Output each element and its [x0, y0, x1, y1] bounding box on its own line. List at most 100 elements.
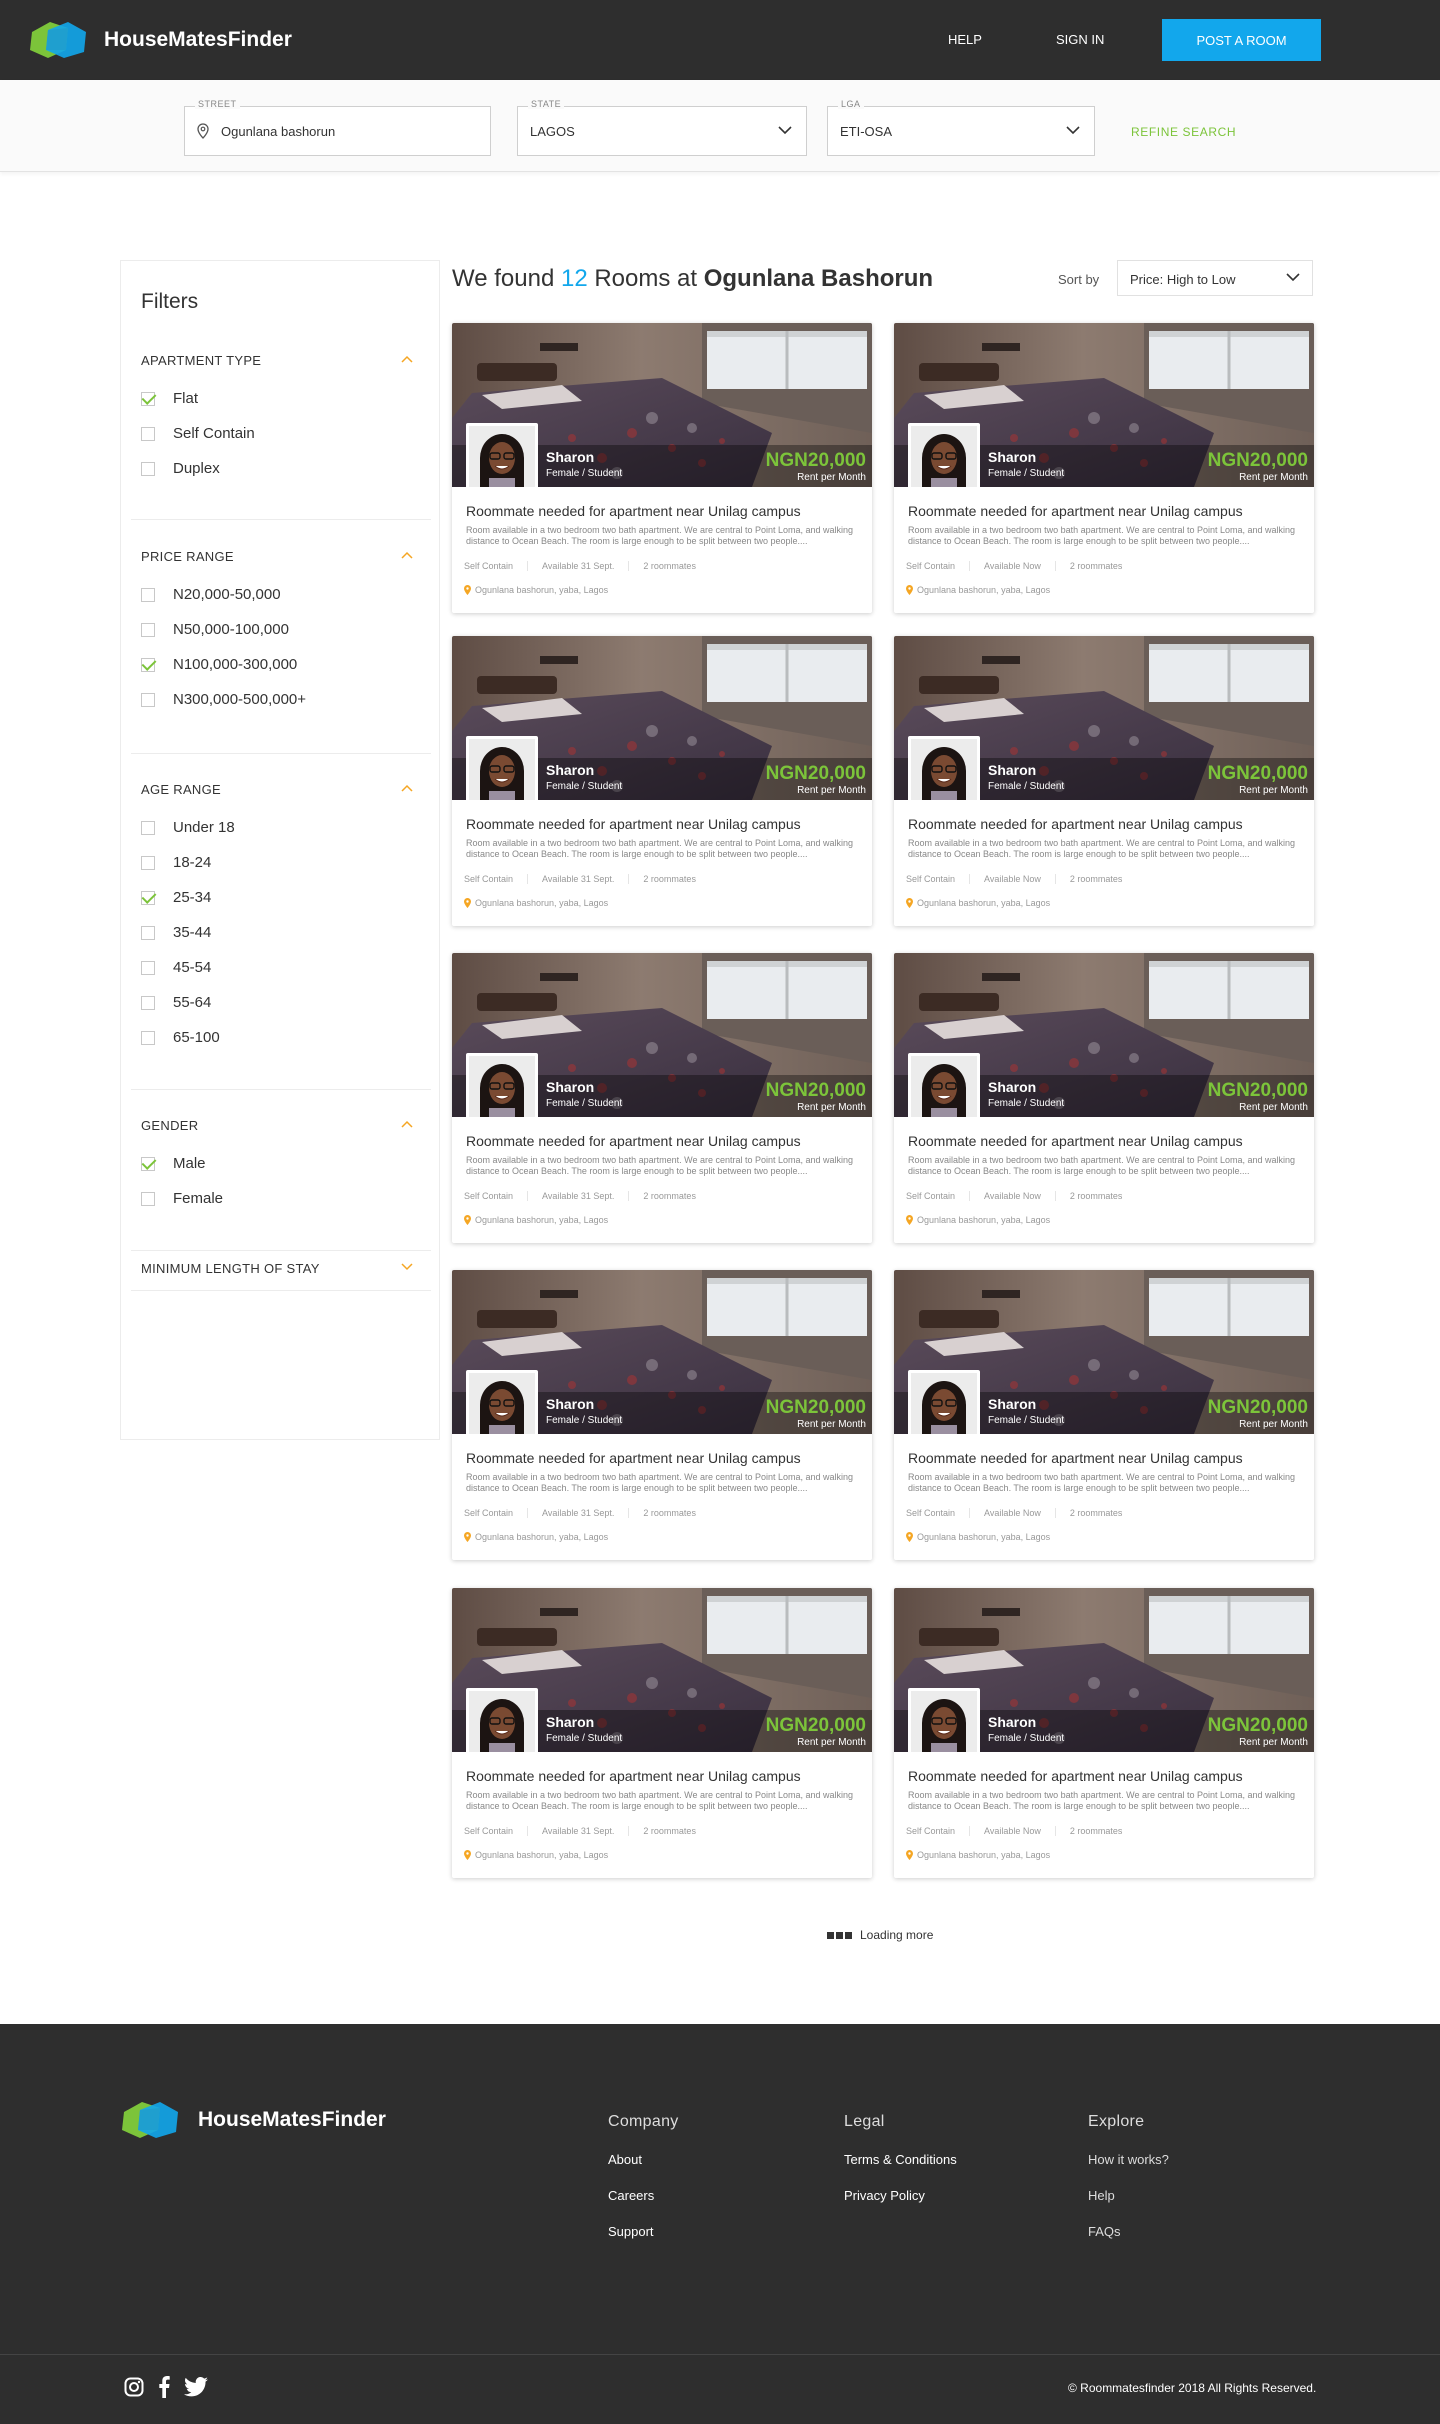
rent-period: Rent per Month — [797, 1102, 866, 1113]
post-room-button[interactable]: POST A ROOM — [1162, 19, 1321, 61]
filter-option-price-4[interactable]: N300,000-500,000+ — [141, 682, 427, 717]
checkbox[interactable] — [141, 657, 155, 672]
filter-option-price-3[interactable]: N100,000-300,000 — [141, 647, 427, 682]
filter-option-price-2[interactable]: N50,000-100,000 — [141, 612, 427, 647]
chevron-up-icon — [401, 551, 413, 559]
owner-role: Female / Student — [546, 468, 623, 479]
listing-card[interactable]: Sharon Female / Student NGN20,000 Rent p… — [452, 953, 872, 1243]
location-pin-icon — [197, 123, 209, 139]
availability: Available 31 Sept. — [527, 874, 614, 884]
footer-logo[interactable]: HouseMatesFinder — [120, 2100, 386, 2140]
filter-section-header[interactable]: PRICE RANGE — [141, 549, 427, 565]
divider — [131, 1250, 431, 1251]
roommates-count: 2 roommates — [628, 1826, 696, 1836]
checkbox[interactable] — [141, 855, 155, 870]
street-field[interactable]: STREET Ogunlana bashorun — [184, 99, 491, 156]
listing-card[interactable]: Sharon Female / Student NGN20,000 Rent p… — [894, 1270, 1314, 1560]
filter-option-flat[interactable]: Flat — [141, 381, 427, 416]
filter-section-header[interactable]: AGE RANGE — [141, 782, 427, 798]
footer-link-how-it-works[interactable]: How it works? — [1088, 2152, 1169, 2167]
loading-more[interactable]: Loading more — [827, 1928, 933, 1942]
instagram-icon[interactable] — [124, 2377, 144, 2402]
listing-title[interactable]: Roommate needed for apartment near Unila… — [908, 1133, 1243, 1149]
footer-link-careers[interactable]: Careers — [608, 2188, 679, 2203]
checkbox[interactable] — [141, 622, 155, 637]
refine-search-link[interactable]: REFINE SEARCH — [1131, 125, 1236, 139]
listing-title[interactable]: Roommate needed for apartment near Unila… — [466, 816, 801, 832]
checkbox[interactable] — [141, 925, 155, 940]
checkbox[interactable] — [141, 587, 155, 602]
listing-card[interactable]: Sharon Female / Student NGN20,000 Rent p… — [452, 1270, 872, 1560]
rent-price: NGN20,000 — [765, 1080, 866, 1101]
filter-option-duplex[interactable]: Duplex — [141, 451, 427, 486]
sort-select[interactable]: Price: High to Low — [1117, 260, 1313, 296]
footer-link-help[interactable]: Help — [1088, 2188, 1169, 2203]
footer-link-faqs[interactable]: FAQs — [1088, 2224, 1169, 2239]
nav-sign-in-link[interactable]: SIGN IN — [1056, 32, 1104, 47]
footer-link-terms[interactable]: Terms & Conditions — [844, 2152, 957, 2167]
filter-option-self-contain[interactable]: Self Contain — [141, 416, 427, 451]
logo-text: HouseMatesFinder — [104, 28, 292, 51]
filter-option-age-1[interactable]: Under 18 — [141, 810, 427, 845]
listing-card[interactable]: Sharon Female / Student NGN20,000 Rent p… — [894, 1588, 1314, 1878]
listing-card[interactable]: Sharon Female / Student NGN20,000 Rent p… — [452, 1588, 872, 1878]
copyright: © Roommatesfinder 2018 All Rights Reserv… — [1068, 2381, 1317, 2395]
filter-section-header[interactable]: MINIMUM LENGTH OF STAY — [141, 1261, 427, 1277]
footer-link-privacy[interactable]: Privacy Policy — [844, 2188, 957, 2203]
footer-link-support[interactable]: Support — [608, 2224, 679, 2239]
listing-card[interactable]: Sharon Female / Student NGN20,000 Rent p… — [894, 953, 1314, 1243]
street-value: Ogunlana bashorun — [221, 124, 336, 139]
listing-title[interactable]: Roommate needed for apartment near Unila… — [908, 503, 1243, 519]
listing-location: Ogunlana bashorun, yaba, Lagos — [464, 585, 608, 595]
roommates-count: 2 roommates — [1054, 874, 1122, 884]
checkbox[interactable] — [141, 426, 155, 441]
listing-title[interactable]: Roommate needed for apartment near Unila… — [466, 503, 801, 519]
divider — [131, 1089, 431, 1090]
listing-title[interactable]: Roommate needed for apartment near Unila… — [908, 816, 1243, 832]
rent-price: NGN20,000 — [765, 1715, 866, 1736]
street-label: STREET — [195, 99, 240, 109]
nav-help-link[interactable]: HELP — [948, 32, 982, 47]
footer-legal: Legal Terms & Conditions Privacy Policy — [844, 2113, 957, 2203]
filter-option-male[interactable]: Male — [141, 1146, 427, 1181]
filter-option-age-3[interactable]: 25-34 — [141, 880, 427, 915]
checkbox[interactable] — [141, 995, 155, 1010]
filter-option-age-4[interactable]: 35-44 — [141, 915, 427, 950]
checkbox[interactable] — [141, 692, 155, 707]
listing-card[interactable]: Sharon Female / Student NGN20,000 Rent p… — [894, 636, 1314, 926]
checkbox[interactable] — [141, 890, 155, 905]
filter-option-age-6[interactable]: 55-64 — [141, 985, 427, 1020]
state-value: LAGOS — [530, 124, 575, 139]
state-select[interactable]: STATE LAGOS — [517, 99, 807, 156]
listing-card[interactable]: Sharon Female / Student NGN20,000 Rent p… — [452, 323, 872, 613]
listing-title[interactable]: Roommate needed for apartment near Unila… — [908, 1768, 1243, 1784]
listing-title[interactable]: Roommate needed for apartment near Unila… — [908, 1450, 1243, 1466]
checkbox[interactable] — [141, 960, 155, 975]
filter-section-header[interactable]: APARTMENT TYPE — [141, 353, 427, 369]
footer-link-about[interactable]: About — [608, 2152, 679, 2167]
listing-title[interactable]: Roommate needed for apartment near Unila… — [466, 1450, 801, 1466]
listing-card[interactable]: Sharon Female / Student NGN20,000 Rent p… — [894, 323, 1314, 613]
checkbox[interactable] — [141, 820, 155, 835]
listing-card[interactable]: Sharon Female / Student NGN20,000 Rent p… — [452, 636, 872, 926]
option-label: 18-24 — [173, 854, 212, 871]
availability: Available Now — [969, 1191, 1041, 1201]
checkbox[interactable] — [141, 1191, 155, 1206]
listing-title[interactable]: Roommate needed for apartment near Unila… — [466, 1768, 801, 1784]
filter-option-age-2[interactable]: 18-24 — [141, 845, 427, 880]
filter-section-header[interactable]: GENDER — [141, 1118, 427, 1134]
twitter-icon[interactable] — [184, 2376, 208, 2402]
filter-option-age-7[interactable]: 65-100 — [141, 1020, 427, 1055]
checkbox[interactable] — [141, 1156, 155, 1171]
filter-option-female[interactable]: Female — [141, 1181, 427, 1216]
filter-option-price-1[interactable]: N20,000-50,000 — [141, 577, 427, 612]
listing-meta: Self Contain Available 31 Sept. 2 roomma… — [464, 1826, 710, 1836]
lga-select[interactable]: LGA ETI-OSA — [827, 99, 1095, 156]
listing-title[interactable]: Roommate needed for apartment near Unila… — [466, 1133, 801, 1149]
checkbox[interactable] — [141, 461, 155, 476]
checkbox[interactable] — [141, 1030, 155, 1045]
checkbox[interactable] — [141, 391, 155, 406]
facebook-icon[interactable] — [158, 2376, 170, 2403]
logo[interactable]: HouseMatesFinder — [28, 20, 292, 60]
filter-option-age-5[interactable]: 45-54 — [141, 950, 427, 985]
